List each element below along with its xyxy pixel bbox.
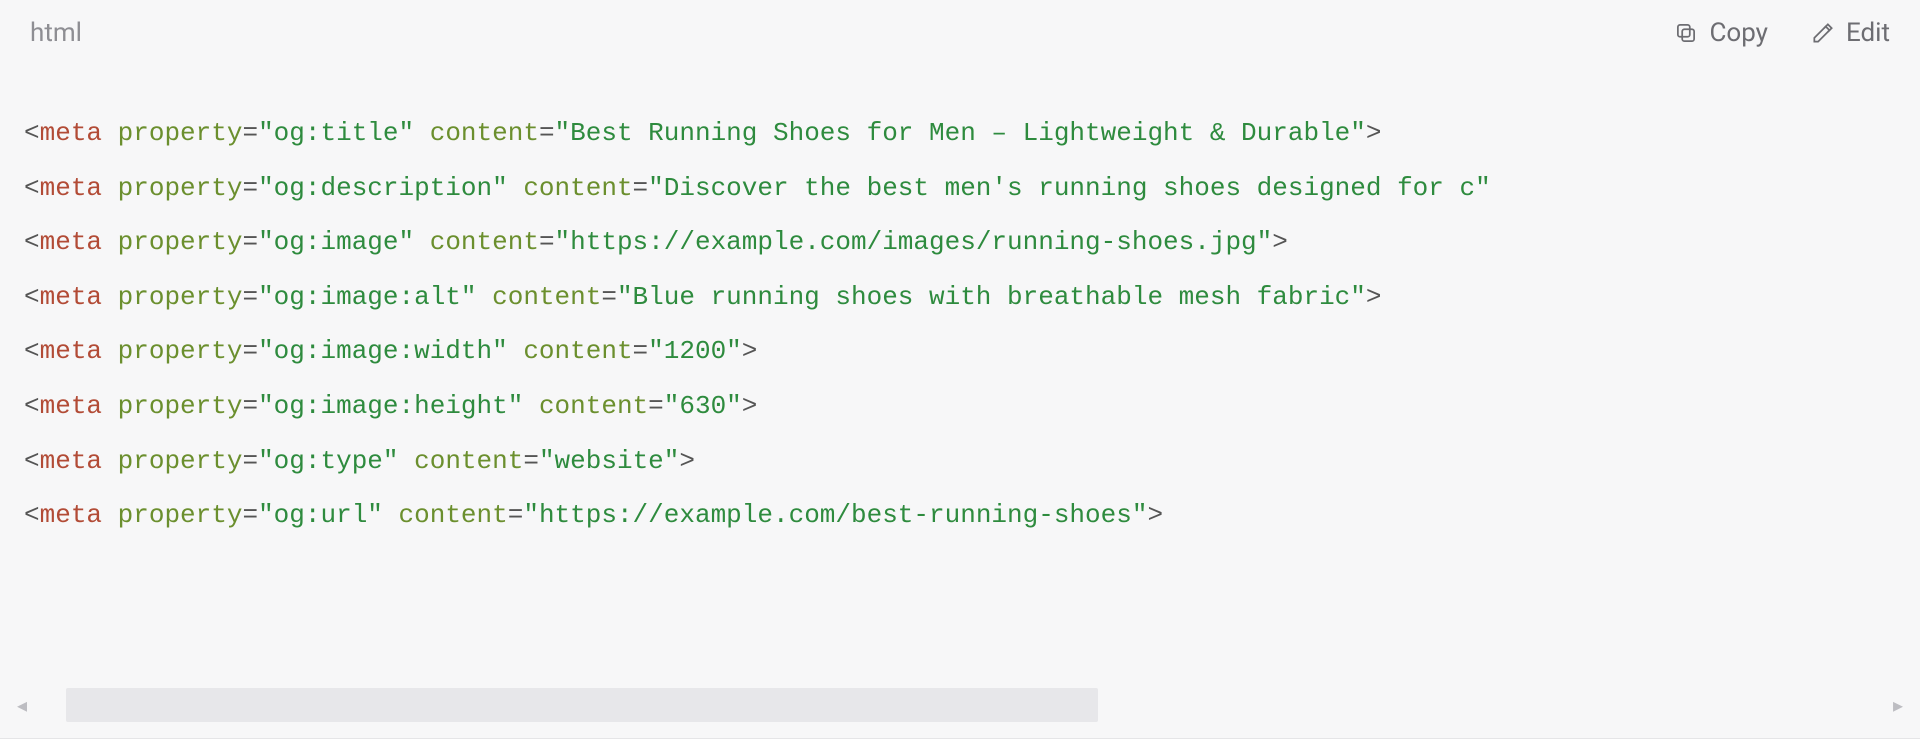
- copy-button[interactable]: Copy: [1673, 18, 1768, 48]
- code-body: <meta property="og:title" content="Best …: [0, 62, 1920, 738]
- code-content[interactable]: <meta property="og:title" content="Best …: [24, 106, 1896, 543]
- edit-label: Edit: [1846, 18, 1890, 48]
- scroll-track[interactable]: [38, 688, 1882, 722]
- language-label: html: [30, 18, 82, 48]
- scroll-right-arrow-icon[interactable]: ▸: [1886, 693, 1910, 717]
- copy-icon: [1673, 20, 1699, 46]
- code-block-container: html Copy Edit: [0, 0, 1920, 739]
- horizontal-scrollbar[interactable]: ◂ ▸: [0, 680, 1920, 730]
- code-block-header: html Copy Edit: [0, 0, 1920, 62]
- scroll-thumb[interactable]: [66, 688, 1099, 722]
- header-actions: Copy Edit: [1673, 18, 1890, 48]
- scroll-left-arrow-icon[interactable]: ◂: [10, 693, 34, 717]
- edit-button[interactable]: Edit: [1810, 18, 1890, 48]
- edit-icon: [1810, 20, 1836, 46]
- copy-label: Copy: [1709, 18, 1768, 48]
